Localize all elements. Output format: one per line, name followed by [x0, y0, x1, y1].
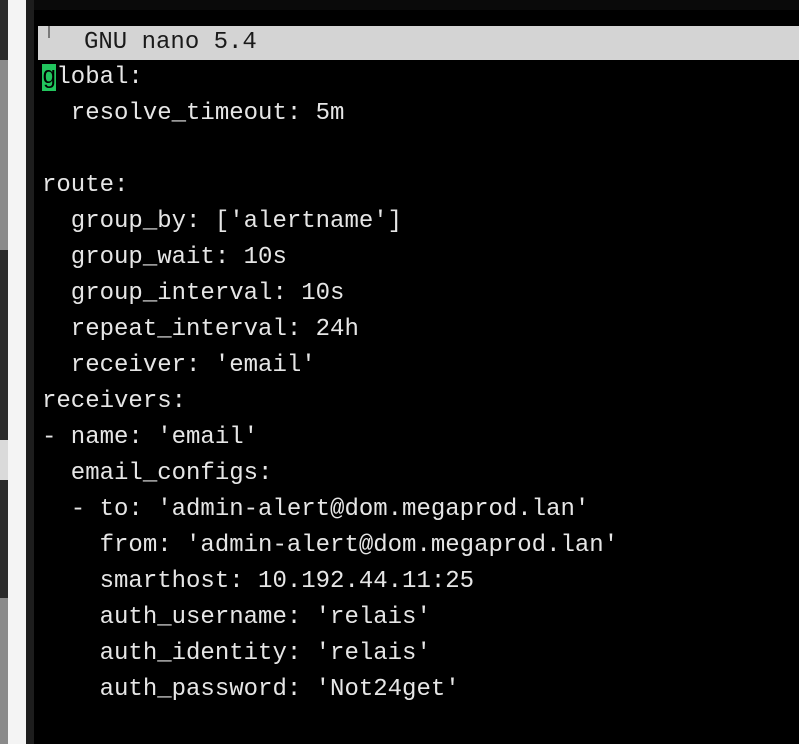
editor-line[interactable]: resolve_timeout: 5m	[42, 96, 345, 132]
editor-line[interactable]: repeat_interval: 24h	[42, 312, 359, 348]
left-panel	[8, 0, 26, 744]
editor-line[interactable]: auth_identity: 'relais'	[42, 636, 431, 672]
editor-line[interactable]: receiver: 'email'	[42, 348, 316, 384]
terminal-top-edge	[34, 0, 799, 10]
scrollbar-segment	[0, 60, 8, 250]
editor-buffer[interactable]: global: resolve_timeout: 5m route: group…	[42, 60, 799, 744]
editor-line[interactable]: smarthost: 10.192.44.11:25	[42, 564, 474, 600]
scrollbar-segment	[0, 598, 8, 744]
editor-line[interactable]: auth_password: 'Not24get'	[42, 672, 460, 708]
editor-line[interactable]: route:	[42, 168, 128, 204]
editor-line[interactable]: - to: 'admin-alert@dom.megaprod.lan'	[42, 492, 590, 528]
nano-title-bar: GNU nano 5.4	[38, 26, 799, 60]
screen: GNU nano 5.4 global: resolve_timeout: 5m…	[0, 0, 799, 744]
terminal-window[interactable]: GNU nano 5.4 global: resolve_timeout: 5m…	[34, 0, 799, 744]
title-bar-tick	[48, 26, 50, 38]
line-text: lobal:	[56, 64, 143, 91]
window-border	[26, 0, 34, 744]
editor-line[interactable]: group_wait: 10s	[42, 240, 287, 276]
scrollbar-gap	[0, 440, 8, 480]
editor-line[interactable]: auth_username: 'relais'	[42, 600, 431, 636]
editor-line[interactable]: global:	[42, 60, 143, 96]
editor-line[interactable]: group_interval: 10s	[42, 276, 345, 312]
editor-line[interactable]: - name: 'email'	[42, 420, 258, 456]
editor-line[interactable]: from: 'admin-alert@dom.megaprod.lan'	[42, 528, 618, 564]
desktop-left-edge	[0, 0, 34, 744]
nano-version-label: GNU nano 5.4	[84, 29, 257, 56]
editor-line[interactable]: receivers:	[42, 384, 186, 420]
editor-line[interactable]: group_by: ['alertname']	[42, 204, 402, 240]
left-scrollbar[interactable]	[0, 0, 8, 744]
text-cursor: g	[42, 64, 57, 91]
editor-line[interactable]: email_configs:	[42, 456, 273, 492]
